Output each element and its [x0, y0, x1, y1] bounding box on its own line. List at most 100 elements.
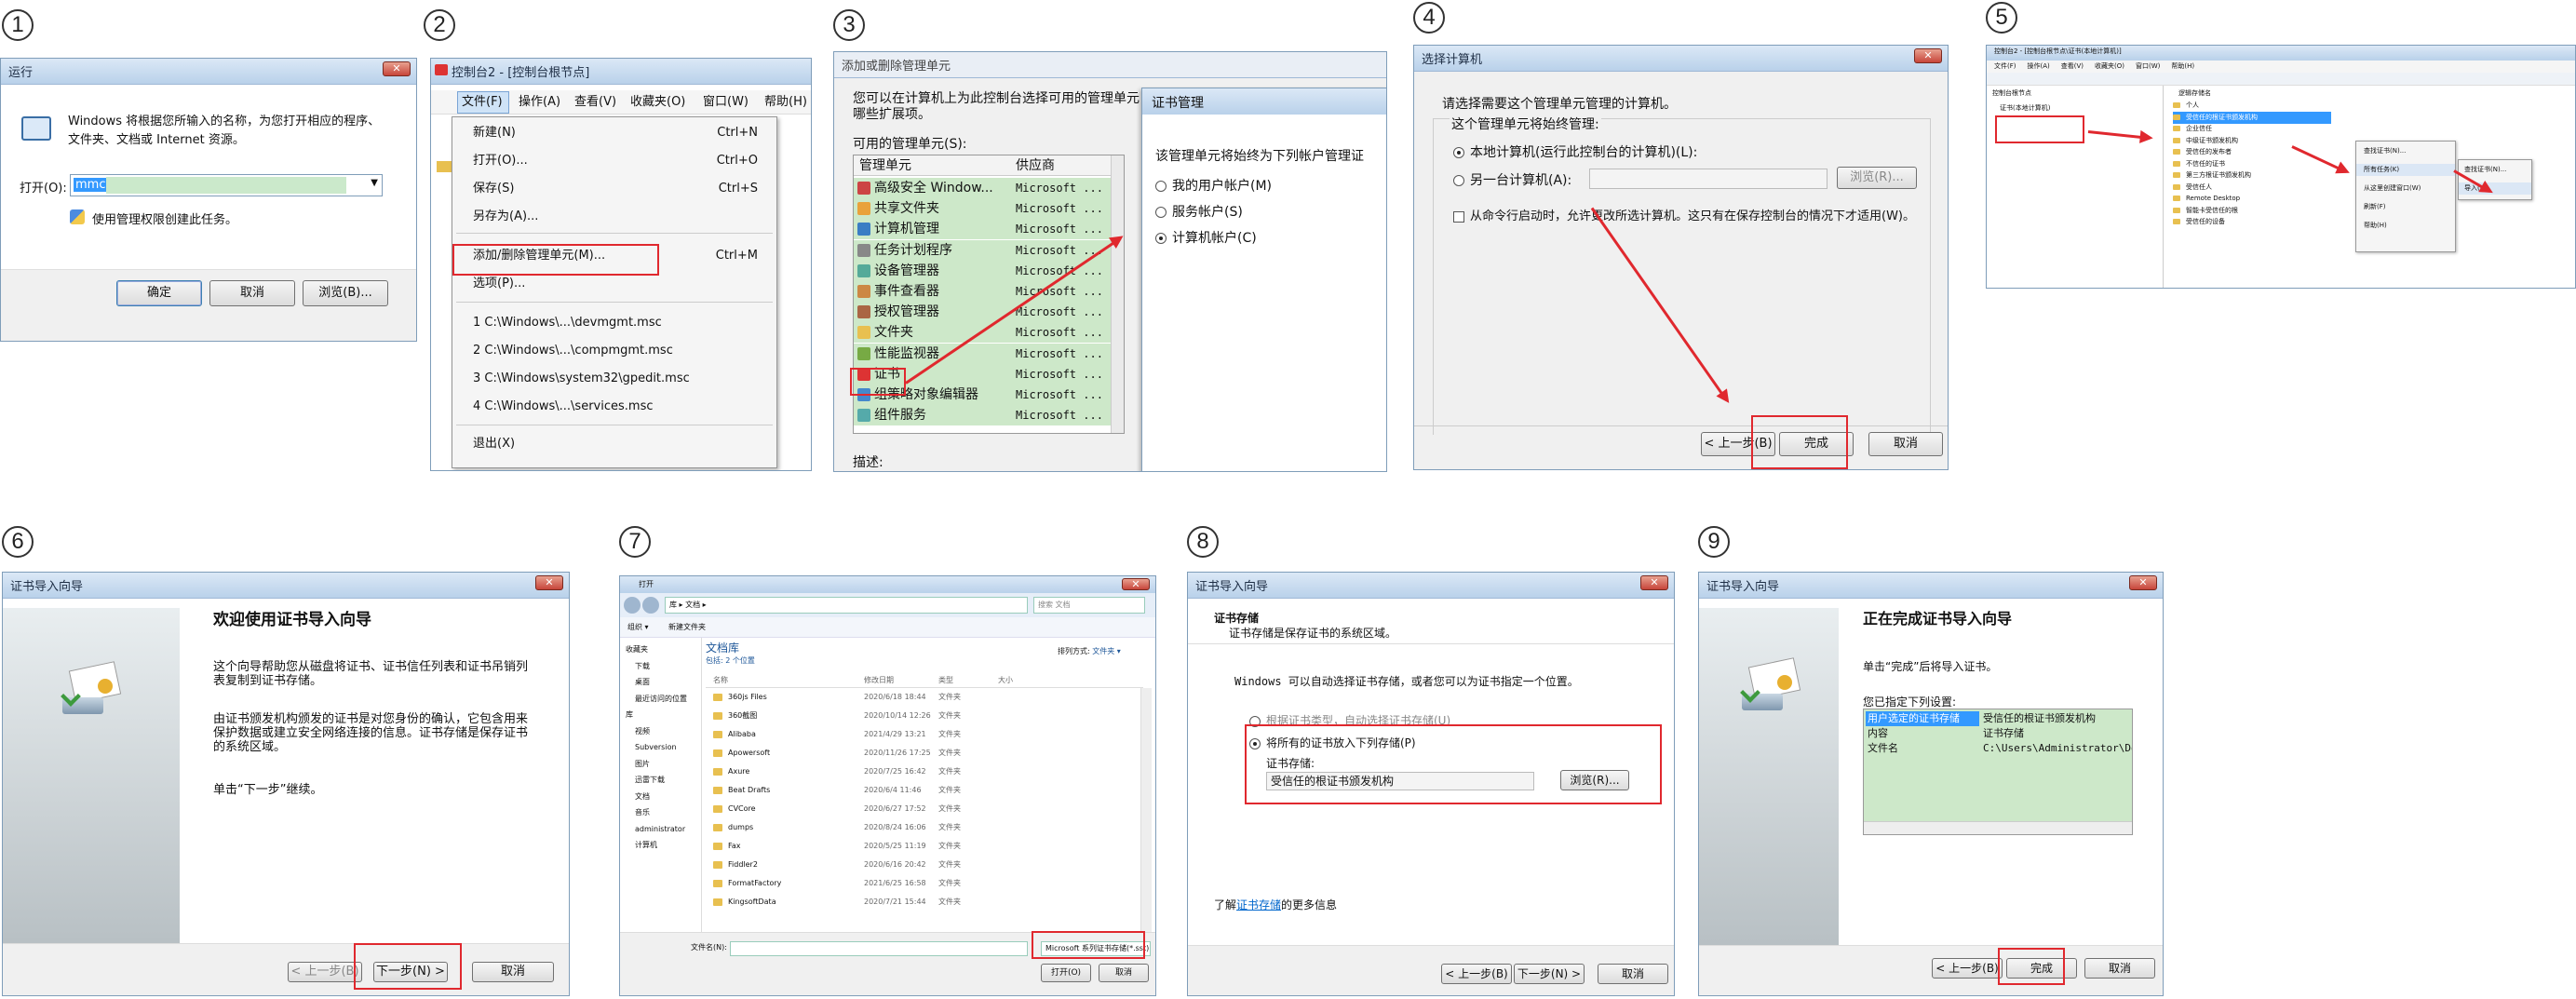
store-item[interactable]: 受信任的设备	[2173, 216, 2225, 228]
tree-root[interactable]: 控制台根节点	[1992, 88, 2031, 100]
option-other-computer[interactable]: 另一台计算机(A):	[1453, 170, 1571, 189]
close-icon[interactable]: ✕	[383, 61, 411, 76]
menu-favorites[interactable]: 收藏夹(O)	[630, 90, 685, 115]
account-option-user[interactable]: 我的用户帐户(M)	[1155, 176, 1272, 195]
store-item[interactable]: 个人	[2173, 100, 2199, 112]
ctx-find-certificates[interactable]: 查找证书(N)...	[2364, 145, 2406, 157]
ctx-refresh[interactable]: 刷新(F)	[2364, 201, 2386, 213]
menu-file[interactable]: 文件(F)	[457, 91, 509, 114]
close-icon[interactable]: ✕	[535, 575, 563, 590]
cert-store-link[interactable]: 证书存储	[1236, 898, 1281, 911]
ctx-all-tasks[interactable]: 所有任务(K)	[2356, 164, 2455, 176]
cancel-button[interactable]: 取消	[472, 962, 554, 982]
snapin-row[interactable]: 任务计划程序 Microsoft ...	[854, 239, 1111, 261]
snapin-row[interactable]: 事件查看器 Microsoft ...	[854, 281, 1111, 302]
open-button[interactable]: 打开(O)	[1041, 964, 1091, 982]
menu-item-recent-2[interactable]: 2 C:\Windows\...\compmgmt.msc	[452, 341, 776, 361]
snapin-row[interactable]: 性能监视器 Microsoft ...	[854, 343, 1111, 364]
browse-button[interactable]: 浏览(R)...	[1837, 167, 1917, 189]
menu-item[interactable]: 窗口(W)	[2136, 62, 2160, 70]
menu-item-recent-4[interactable]: 4 C:\Windows\...\services.msc	[452, 397, 776, 417]
column-header-snapin[interactable]: 管理单元	[859, 155, 911, 176]
file-row[interactable]: KingsoftData 2020/7/21 15:44 文件夹	[706, 893, 1143, 911]
file-row[interactable]: Beat Drafts 2020/6/4 11:46 文件夹	[706, 781, 1143, 800]
column-header-type[interactable]: 类型	[938, 673, 953, 688]
menu-item-recent-3[interactable]: 3 C:\Windows\system32\gpedit.msc	[452, 369, 776, 389]
nav-item[interactable]: 计算机	[624, 837, 697, 854]
store-item[interactable]: 受信任人	[2173, 182, 2212, 194]
store-item[interactable]: Remote Desktop	[2173, 193, 2240, 205]
store-item[interactable]: 中级证书颁发机构	[2173, 135, 2238, 147]
menu-item-options[interactable]: 选项(P)...	[452, 274, 776, 294]
close-icon[interactable]: ✕	[1640, 575, 1668, 590]
chevron-down-icon[interactable]: ▼	[371, 178, 378, 188]
browse-button[interactable]: 浏览(B)...	[303, 280, 388, 306]
file-row[interactable]: Axure 2020/7/25 16:42 文件夹	[706, 763, 1143, 781]
back-button[interactable]: < 上一步(B)	[1932, 958, 2003, 979]
nav-item[interactable]: 迅雷下载	[624, 772, 697, 789]
menu-item[interactable]: 文件(F)	[1994, 62, 2016, 70]
menu-window[interactable]: 窗口(W)	[703, 90, 749, 115]
nav-item[interactable]: administrator	[624, 821, 697, 838]
menu-item[interactable]: 收藏夹(O)	[2095, 62, 2124, 70]
horizontal-scrollbar[interactable]	[1864, 821, 2132, 834]
tree-cert-local[interactable]: 证书(本地计算机)	[2000, 102, 2050, 115]
other-computer-input[interactable]	[1589, 169, 1827, 189]
snapin-row[interactable]: 组件服务 Microsoft ...	[854, 405, 1111, 426]
search-input[interactable]: 搜索 文档	[1033, 597, 1145, 614]
menu-item-recent-1[interactable]: 1 C:\Windows\...\devmgmt.msc	[452, 313, 776, 333]
cancel-button[interactable]: 取消	[2084, 958, 2155, 979]
ctx-new-window[interactable]: 从这里创建窗口(W)	[2364, 182, 2421, 195]
menu-item-new[interactable]: 新建(N) Ctrl+N	[452, 123, 776, 143]
column-header-size[interactable]: 大小	[998, 673, 1013, 688]
file-row[interactable]: Apowersoft 2020/11/26 17:25 文件夹	[706, 744, 1143, 763]
nav-item[interactable]: 桌面	[624, 674, 697, 691]
open-combobox[interactable]: mmc ▼	[70, 174, 383, 196]
organize-button[interactable]: 组织 ▾	[627, 619, 649, 636]
file-row[interactable]: 360js Files 2020/6/18 18:44 文件夹	[706, 688, 1143, 707]
store-item[interactable]: 第三方根证书颁发机构	[2173, 169, 2251, 182]
option-local-computer[interactable]: 本地计算机(运行此控制台的计算机)(L):	[1453, 142, 1697, 161]
nav-item[interactable]: 音乐	[624, 804, 697, 821]
menu-item[interactable]: 查看(V)	[2061, 62, 2084, 70]
menu-item[interactable]: 操作(A)	[2028, 62, 2050, 70]
menu-item-save-as[interactable]: 另存为(A)...	[452, 207, 776, 227]
nav-item[interactable]: Subversion	[624, 739, 697, 756]
snapin-row[interactable]: 授权管理器 Microsoft ...	[854, 302, 1111, 323]
close-icon[interactable]: ✕	[1914, 48, 1942, 63]
next-button[interactable]: 下一步(N) >	[1514, 964, 1585, 984]
nav-item[interactable]: 收藏夹	[624, 641, 697, 658]
snapin-row[interactable]: 计算机管理 Microsoft ...	[854, 219, 1111, 240]
file-list-scrollbar[interactable]	[1140, 688, 1152, 932]
column-header-date[interactable]: 修改日期	[864, 673, 894, 688]
snapin-scrollbar[interactable]	[1111, 155, 1124, 433]
store-item[interactable]: 不信任的证书	[2173, 158, 2225, 170]
allow-change-checkbox[interactable]: 从命令行启动时，允许更改所选计算机。这只有在保存控制台的情况下才适用(W)。	[1453, 206, 1915, 223]
ok-button[interactable]: 确定	[116, 280, 202, 306]
nav-item[interactable]: 下载	[624, 658, 697, 675]
cancel-button[interactable]: 取消	[1598, 964, 1668, 984]
menu-action[interactable]: 操作(A)	[519, 90, 560, 115]
menu-item-exit[interactable]: 退出(X)	[452, 434, 776, 454]
nav-item[interactable]: 最近访问的位置	[624, 691, 697, 708]
menu-item-open[interactable]: 打开(O)... Ctrl+O	[452, 151, 776, 171]
back-button[interactable]: < 上一步(B)	[1441, 964, 1512, 984]
column-header-vendor[interactable]: 供应商	[1016, 155, 1055, 176]
file-row[interactable]: Fiddler2 2020/6/16 20:42 文件夹	[706, 856, 1143, 874]
close-icon[interactable]: ✕	[2129, 575, 2157, 590]
address-bar[interactable]: 库 ▸ 文档 ▸	[665, 597, 1028, 614]
file-row[interactable]: CVCore 2020/6/27 17:52 文件夹	[706, 800, 1143, 818]
snapin-row[interactable]: 高级安全 Window... Microsoft ...	[854, 178, 1111, 198]
cancel-button[interactable]: 取消	[209, 280, 295, 306]
nav-item[interactable]: 图片	[624, 756, 697, 773]
nav-item[interactable]: 视频	[624, 723, 697, 740]
file-row[interactable]: Fax 2020/5/25 11:19 文件夹	[706, 837, 1143, 856]
cancel-button[interactable]: 取消	[1868, 432, 1943, 456]
account-option-computer[interactable]: 计算机帐户(C)	[1155, 228, 1257, 247]
new-folder-button[interactable]: 新建文件夹	[668, 619, 706, 636]
nav-item[interactable]: 库	[624, 707, 697, 723]
ctx-find-certificates-2[interactable]: 查找证书(N)...	[2464, 164, 2506, 176]
menu-help[interactable]: 帮助(H)	[764, 90, 807, 115]
arrange-by[interactable]: 排列方式: 文件夹 ▾	[1058, 643, 1121, 660]
filename-input[interactable]	[730, 941, 1028, 956]
